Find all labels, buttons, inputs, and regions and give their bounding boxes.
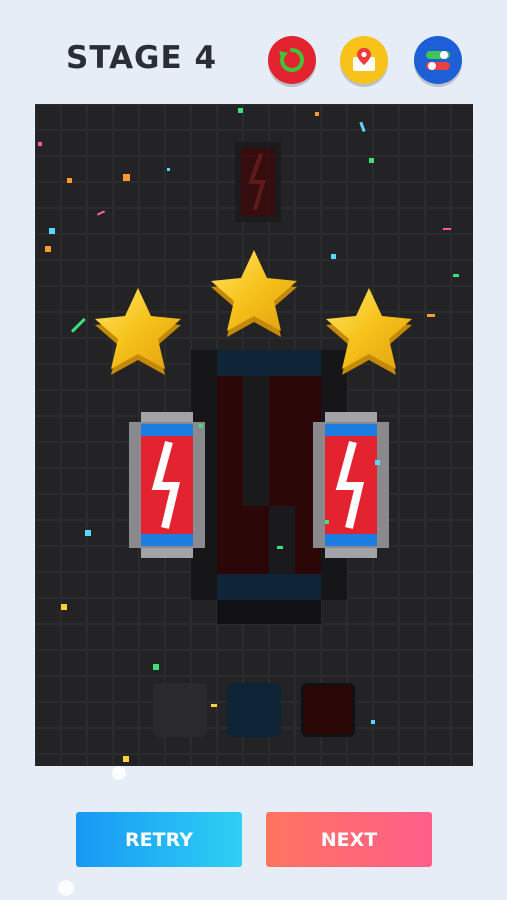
replay-icon — [279, 47, 305, 72]
map-pin-icon — [353, 48, 375, 71]
stage-title: STAGE 4 — [66, 40, 218, 76]
pixel-art-canvas — [35, 104, 473, 766]
replay-button[interactable] — [268, 36, 316, 84]
palette-color-1[interactable] — [153, 683, 207, 737]
battery-icon-left — [129, 412, 205, 558]
battery-thumbnail — [235, 142, 281, 222]
battery-icon-right — [313, 412, 389, 558]
game-board — [35, 104, 473, 766]
settings-toggle-icon — [426, 51, 450, 70]
palette-color-3[interactable] — [301, 683, 355, 737]
map-button[interactable] — [340, 36, 388, 84]
header-bar: STAGE 4 — [0, 0, 507, 100]
palette-color-2[interactable] — [227, 683, 281, 737]
confetti-bubble — [112, 766, 126, 780]
settings-button[interactable] — [414, 36, 462, 84]
next-button[interactable]: NEXT — [266, 812, 432, 867]
confetti-bubble — [58, 880, 74, 896]
retry-button[interactable]: RETRY — [76, 812, 242, 867]
